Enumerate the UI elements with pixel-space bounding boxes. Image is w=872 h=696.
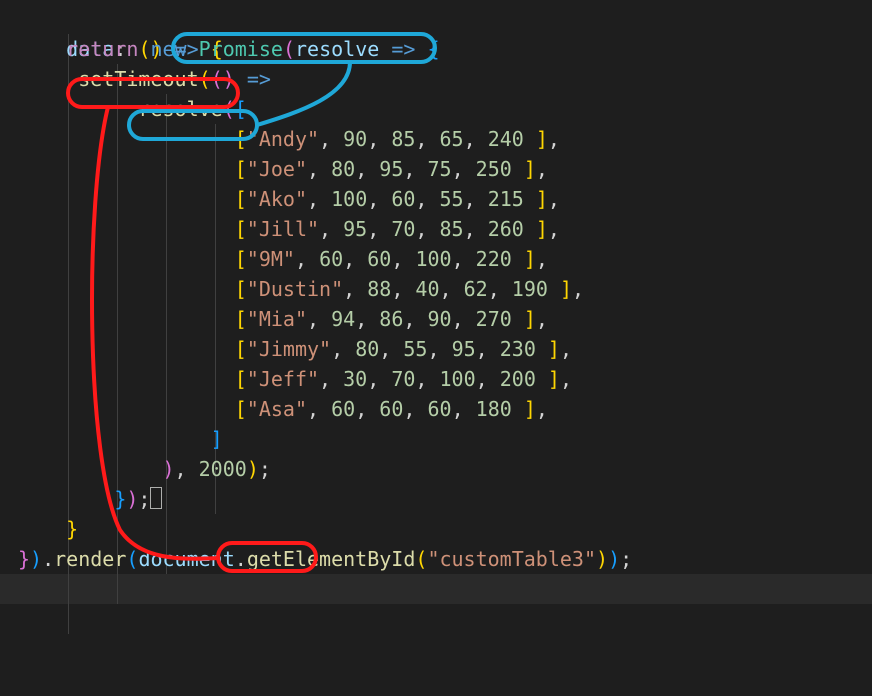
- bracket-icon: ]: [524, 397, 536, 421]
- code-line[interactable]: ["9M", 60, 60, 100, 220 ],: [0, 244, 872, 274]
- bracket-icon: [: [235, 97, 247, 121]
- code-line[interactable]: ["Jill", 95, 70, 85, 260 ],: [0, 214, 872, 244]
- cursor-icon: [150, 487, 162, 509]
- bracket-icon: [: [235, 187, 247, 211]
- code-token: resolve: [138, 97, 222, 121]
- code-line[interactable]: });: [0, 484, 872, 514]
- code-token: "Andy": [247, 127, 319, 151]
- code-line[interactable]: }).render(document.getElementById("custo…: [0, 544, 872, 574]
- code-token: getElementById: [247, 547, 416, 571]
- code-token: return: [66, 37, 138, 61]
- bracket-icon: [: [235, 307, 247, 331]
- bracket-icon: [: [235, 277, 247, 301]
- bracket-icon: ]: [536, 127, 548, 151]
- bracket-icon: ): [163, 457, 175, 481]
- bracket-icon: (: [126, 547, 138, 571]
- bracket-icon: ]: [536, 217, 548, 241]
- bracket-icon: ]: [524, 307, 536, 331]
- bracket-icon: [: [235, 247, 247, 271]
- code-token: 2000: [199, 457, 247, 481]
- code-token: "customTable3": [427, 547, 596, 571]
- code-line[interactable]: ["Andy", 90, 85, 65, 240 ],: [0, 124, 872, 154]
- bracket-icon: ]: [548, 367, 560, 391]
- code-token: Promise: [199, 37, 283, 61]
- code-line[interactable]: ]: [0, 424, 872, 454]
- code-line[interactable]: ["Jimmy", 80, 55, 95, 230 ],: [0, 334, 872, 364]
- bracket-icon: [: [235, 127, 247, 151]
- current-line-highlight: [0, 574, 872, 604]
- bracket-icon: ): [247, 457, 259, 481]
- code-line[interactable]: ["Asa", 60, 60, 60, 180 ],: [0, 394, 872, 424]
- code-token: new: [150, 37, 186, 61]
- code-line[interactable]: setTimeout(() =>: [0, 64, 872, 94]
- bracket-icon: ): [608, 547, 620, 571]
- bracket-icon: }: [66, 517, 78, 541]
- bracket-icon: }: [18, 547, 30, 571]
- bracket-icon: (: [415, 547, 427, 571]
- bracket-icon: (: [199, 67, 211, 91]
- bracket-icon: ]: [524, 157, 536, 181]
- code-editor[interactable]: data: () => { return new Promise(resolve…: [0, 0, 872, 696]
- code-line[interactable]: ), 2000);: [0, 454, 872, 484]
- bracket-icon: (: [223, 97, 235, 121]
- code-token: render: [54, 547, 126, 571]
- bracket-icon: (): [211, 67, 235, 91]
- code-token: document: [138, 547, 234, 571]
- bracket-icon: [: [235, 367, 247, 391]
- bracket-icon: [: [235, 337, 247, 361]
- code-line[interactable]: }: [0, 514, 872, 544]
- code-line[interactable]: ["Jeff", 30, 70, 100, 200 ],: [0, 364, 872, 394]
- bracket-icon: (: [283, 37, 295, 61]
- code-token: resolve: [295, 37, 379, 61]
- bracket-icon: ]: [548, 337, 560, 361]
- bracket-icon: }: [114, 487, 126, 511]
- code-line[interactable]: data: () => {: [0, 4, 872, 34]
- code-line[interactable]: ["Dustin", 88, 40, 62, 190 ],: [0, 274, 872, 304]
- bracket-icon: [: [235, 217, 247, 241]
- bracket-icon: [: [235, 157, 247, 181]
- bracket-icon: ]: [560, 277, 572, 301]
- bracket-icon: [: [235, 397, 247, 421]
- bracket-icon: ): [126, 487, 138, 511]
- code-line[interactable]: ["Ako", 100, 60, 55, 215 ],: [0, 184, 872, 214]
- bracket-icon: ]: [211, 427, 223, 451]
- bracket-icon: {: [427, 37, 439, 61]
- bracket-icon: ]: [524, 247, 536, 271]
- bracket-icon: ): [30, 547, 42, 571]
- code-line[interactable]: ["Mia", 94, 86, 90, 270 ],: [0, 304, 872, 334]
- code-token: =>: [379, 37, 415, 61]
- code-line[interactable]: resolve([: [0, 94, 872, 124]
- code-token: setTimeout: [78, 67, 198, 91]
- code-line[interactable]: return new Promise(resolve => {: [0, 34, 872, 64]
- bracket-icon: ]: [536, 187, 548, 211]
- bracket-icon: ): [596, 547, 608, 571]
- code-line[interactable]: ["Joe", 80, 95, 75, 250 ],: [0, 154, 872, 184]
- code-token: =>: [235, 67, 271, 91]
